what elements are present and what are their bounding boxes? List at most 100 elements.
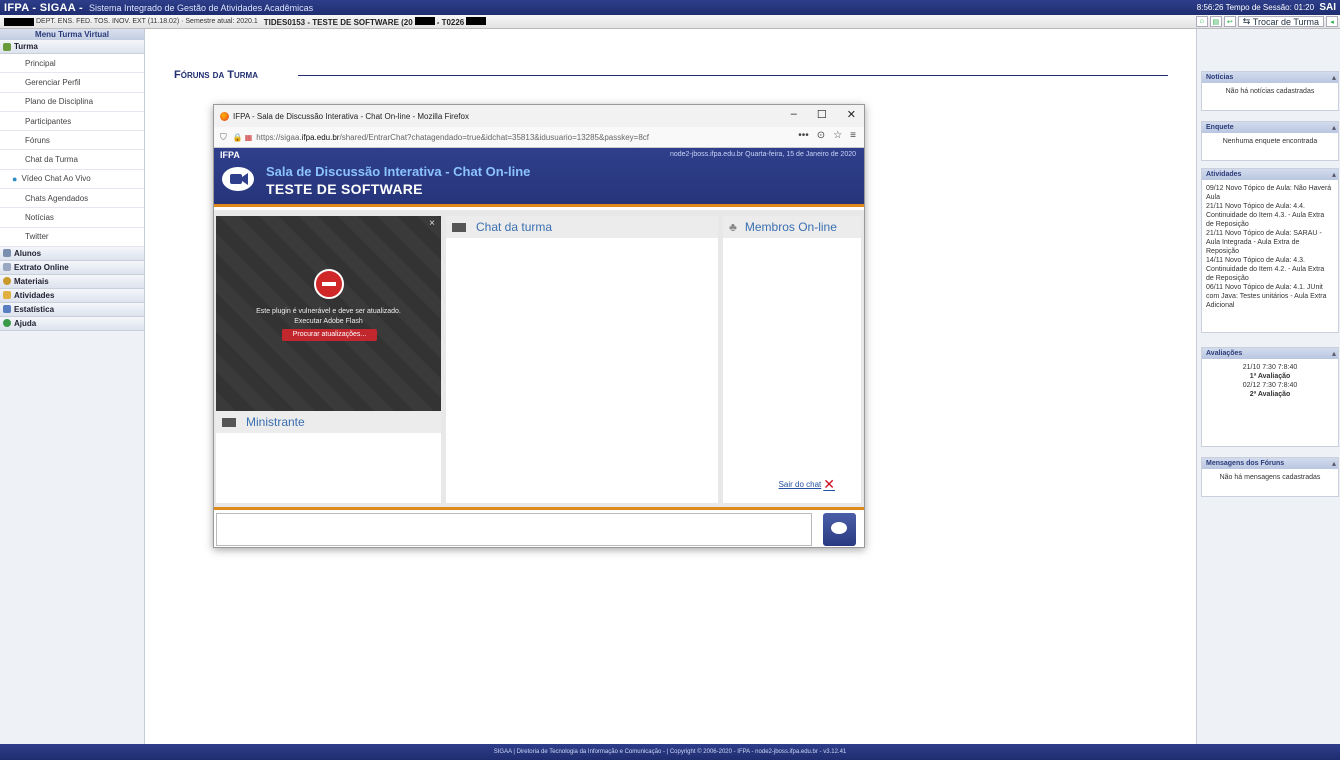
session-timer: Tempo de Sessão: 01:20: [1225, 3, 1315, 12]
hamburger-menu-icon[interactable]: ≡: [850, 130, 856, 141]
alunos-icon: [3, 249, 11, 258]
minimize-icon[interactable]: –: [791, 108, 797, 121]
home-icon[interactable]: ⌂: [1195, 16, 1208, 27]
bookmark-star-icon[interactable]: ☆: [833, 130, 842, 141]
print-icon[interactable]: ▤: [1209, 16, 1222, 27]
help-icon: [3, 319, 11, 328]
brand-logo[interactable]: IFPA - SIGAA -: [4, 2, 83, 14]
logout-link[interactable]: SAI: [1319, 2, 1336, 13]
menu-group-turma[interactable]: Turma: [0, 40, 144, 54]
avaliacoes-box: Avaliações 21/10 7:30 7:8:40 1ª Avaliaçã…: [1201, 347, 1339, 447]
title-divider: [298, 75, 1168, 76]
menu-group-atividades[interactable]: Atividades: [0, 288, 144, 303]
redacted-block: [4, 17, 34, 26]
turma-icon: [3, 42, 11, 51]
menu-item-video-chat[interactable]: ● Vídeo Chat Ao Vivo: [0, 169, 144, 190]
list-item: 2ª Avaliação: [1249, 391, 1291, 398]
footer: SIGAA | Diretoria de Tecnologia da Infor…: [0, 744, 1340, 760]
avaliacoes-list: 21/10 7:30 7:8:40 1ª Avaliação 02/12 7:3…: [1202, 359, 1338, 403]
enquete-header[interactable]: Enquete: [1202, 122, 1338, 133]
session-clock: 8:56:26: [1196, 3, 1224, 12]
url-bar[interactable]: ⛉ 🔒 ▦ https://sigaa.ifpa.edu.br/shared/E…: [214, 127, 864, 148]
shield-icon[interactable]: ⛉: [220, 132, 227, 143]
menu-title: Menu Turma Virtual: [0, 29, 144, 40]
plugin-run-label[interactable]: Executar Adobe Flash: [216, 318, 441, 325]
list-item[interactable]: 09/12 Novo Tópico de Aula: Não Haverá Au…: [1206, 184, 1334, 202]
menu-group-extrato[interactable]: Extrato Online: [0, 260, 144, 275]
mensagens-header[interactable]: Mensagens dos Fóruns: [1202, 458, 1338, 469]
permissions-icon[interactable]: ▦: [245, 133, 253, 142]
list-item[interactable]: 06/11 Novo Tópico de Aula: 4.1. JUnit co…: [1206, 283, 1334, 310]
leave-chat-link[interactable]: Sair do chat ✕: [779, 476, 835, 493]
menu-item-chat-turma[interactable]: Chat da Turma: [0, 150, 144, 170]
top-bar: IFPA - SIGAA - Sistema Integrado de Gest…: [0, 0, 1340, 29]
close-icon[interactable]: ×: [429, 218, 435, 229]
panel-header: Ministrante: [216, 411, 441, 433]
estatistica-icon: [3, 305, 11, 314]
enquete-box: Enquete Nenhuma enquete encontrada: [1201, 121, 1339, 161]
send-message-button[interactable]: [823, 513, 856, 546]
atividades-icon: [3, 291, 11, 300]
window-title: IFPA - Sala de Discussão Interativa - Ch…: [233, 111, 469, 121]
mensagens-text: Não há mensagens cadastradas: [1219, 474, 1321, 481]
menu-item-twitter[interactable]: Twitter: [0, 227, 144, 247]
more-icon[interactable]: •••: [798, 130, 809, 141]
dept-info: DEPT. ENS. FED. TOS. INOV. EXT (11.18.02…: [36, 18, 258, 25]
menu-icon[interactable]: ◂: [1326, 16, 1338, 27]
menu-item-chats-agendados[interactable]: Chats Agendados: [0, 189, 144, 209]
membros-panel: ♣ Membros On-line Sair do chat ✕: [723, 216, 861, 503]
chat-icon: [452, 222, 466, 232]
close-x-icon[interactable]: ✕: [823, 476, 835, 493]
menu-item-participantes[interactable]: Participantes: [0, 111, 144, 132]
materiais-icon: [3, 277, 11, 286]
course-name: TIDES0153 - TESTE DE SOFTWARE (20- T0226: [264, 16, 489, 27]
window-titlebar[interactable]: IFPA - Sala de Discussão Interativa - Ch…: [214, 105, 864, 127]
course-row: DEPT. ENS. FED. TOS. INOV. EXT (11.18.02…: [0, 15, 1340, 29]
menu-group-ajuda[interactable]: Ajuda: [0, 316, 144, 331]
noticias-header[interactable]: Notícias: [1202, 72, 1338, 83]
atividades-list: 09/12 Novo Tópico de Aula: Não Haverá Au…: [1202, 180, 1338, 314]
url-text[interactable]: https://sigaa.ifpa.edu.br/shared/EntrarC…: [256, 133, 649, 142]
panel-header: ♣ Membros On-line: [723, 216, 861, 238]
trocar-turma-button[interactable]: ⇆ Trocar de Turma: [1237, 16, 1324, 27]
menu-item-noticias[interactable]: Notícias: [0, 208, 144, 228]
users-icon: ♣: [729, 220, 737, 234]
toolbar: ⌂ ▤ ↩ ⇆ Trocar de Turma ◂: [1195, 16, 1338, 27]
chat-body: × Este plugin é vulnerável e deve ser at…: [214, 210, 864, 547]
atividades-box: Atividades 09/12 Novo Tópico de Aula: Nã…: [1201, 168, 1339, 333]
chat-turma-panel: Chat da turma: [446, 216, 718, 503]
list-item[interactable]: 14/11 Novo Tópico de Aula: 4.3. Continui…: [1206, 256, 1334, 283]
maximize-icon[interactable]: ☐: [817, 108, 827, 121]
menu-group-alunos[interactable]: Alunos: [0, 246, 144, 261]
flash-plugin-area: × Este plugin é vulnerável e deve ser at…: [216, 216, 441, 411]
list-item: 1ª Avaliação: [1249, 373, 1291, 380]
chat-header: IFPA node2-jboss.ifpa.edu.br Quarta-feir…: [214, 148, 864, 207]
session-info: 8:56:26 Tempo de Sessão: 01:20 SAI: [1197, 2, 1336, 13]
menu-group-materiais[interactable]: Materiais: [0, 274, 144, 289]
pocket-icon[interactable]: ⊙: [817, 130, 825, 141]
atividades-header[interactable]: Atividades: [1202, 169, 1338, 180]
noticias-text: Não há notícias cadastradas: [1225, 88, 1315, 95]
menu-group-estatistica[interactable]: Estatística: [0, 302, 144, 317]
menu-item-principal[interactable]: Principal: [0, 54, 144, 74]
header-row: IFPA - SIGAA - Sistema Integrado de Gest…: [0, 0, 1340, 15]
avaliacoes-header[interactable]: Avaliações: [1202, 348, 1338, 359]
close-icon[interactable]: ✕: [847, 108, 856, 121]
panel-header: Chat da turma: [446, 216, 718, 238]
back-icon[interactable]: ↩: [1223, 16, 1236, 27]
video-camera-icon: [222, 167, 254, 191]
firefox-icon: [220, 111, 229, 121]
menu-item-gerenciar-perfil[interactable]: Gerenciar Perfil: [0, 73, 144, 93]
page-title: Fóruns da Turma: [174, 69, 258, 81]
chat-icon: [222, 417, 236, 427]
ifpa-label: IFPA: [220, 150, 240, 160]
menu-item-plano-disciplina[interactable]: Plano de Disciplina: [0, 92, 144, 112]
list-item[interactable]: 21/11 Novo Tópico de Aula: 4.4. Continui…: [1206, 202, 1334, 229]
class-name: TESTE DE SOFTWARE: [266, 181, 423, 197]
menu-item-foruns[interactable]: Fóruns: [0, 131, 144, 151]
message-input[interactable]: [216, 513, 812, 546]
left-menu: Menu Turma Virtual Turma Principal Geren…: [0, 29, 145, 744]
lock-icon[interactable]: 🔒: [233, 133, 243, 142]
list-item[interactable]: 21/11 Novo Tópico de Aula: SARAU - Aula …: [1206, 229, 1334, 256]
update-plugin-button[interactable]: Procurar atualizações...: [282, 329, 377, 341]
